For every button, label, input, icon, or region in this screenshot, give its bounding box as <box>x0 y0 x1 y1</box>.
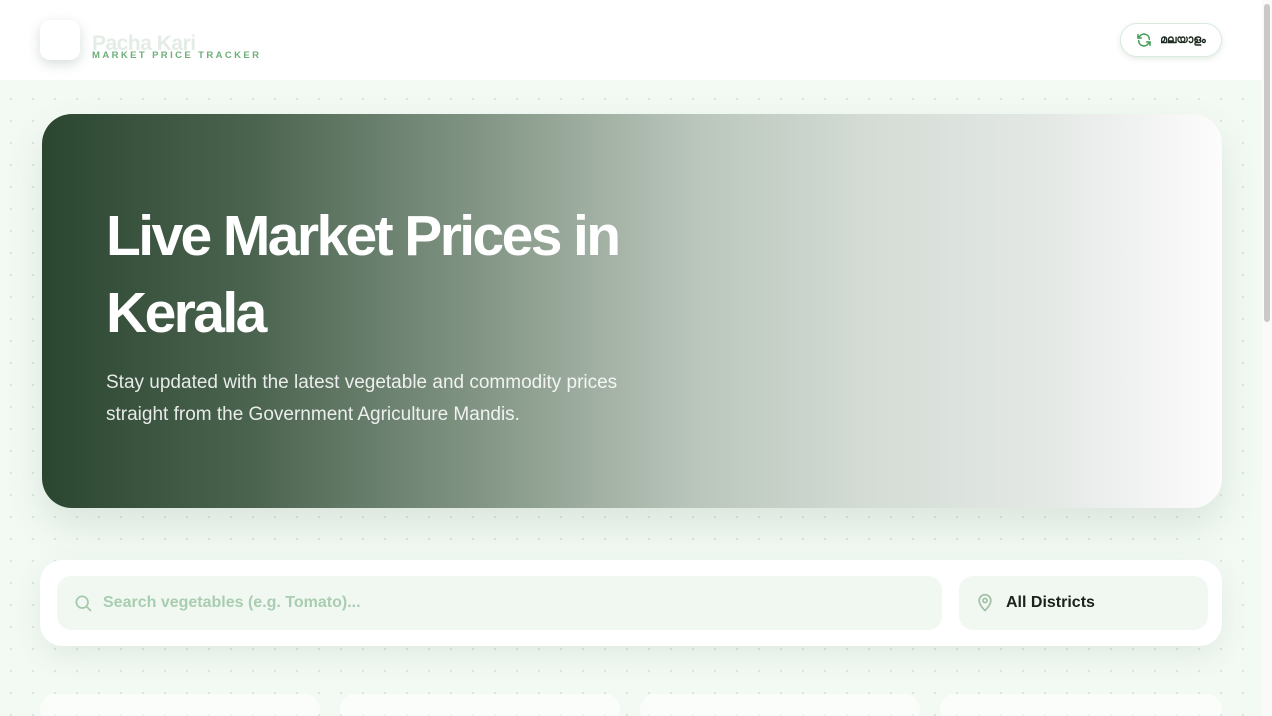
top-header: Pacha Kari MARKET PRICE TRACKER മലയാളം <box>0 0 1262 80</box>
scrollbar-thumb[interactable] <box>1264 4 1270 322</box>
price-card-placeholder <box>940 694 1222 716</box>
logo[interactable] <box>40 20 80 60</box>
search-icon <box>75 595 92 612</box>
brand-tagline: MARKET PRICE TRACKER <box>92 50 262 61</box>
language-toggle-button[interactable]: മലയാളം <box>1120 23 1222 57</box>
refresh-icon <box>1137 33 1151 47</box>
filter-bar: All Districts <box>40 560 1222 646</box>
price-card-placeholder <box>40 694 320 716</box>
search-input[interactable] <box>103 576 923 630</box>
map-pin-icon <box>978 593 992 612</box>
district-select[interactable]: All Districts <box>959 576 1208 630</box>
search-box[interactable] <box>57 576 942 630</box>
district-select-value: All Districts <box>1006 594 1095 611</box>
results-grid-peek <box>40 694 1222 716</box>
hero-banner: Live Market Prices in Kerala Stay update… <box>42 114 1222 508</box>
price-card-placeholder <box>340 694 620 716</box>
price-card-placeholder <box>640 694 920 716</box>
language-toggle-label: മലയാളം <box>1160 33 1206 46</box>
hero-title: Live Market Prices in Kerala <box>106 204 621 345</box>
hero-subtitle: Stay updated with the latest vegetable a… <box>106 372 618 425</box>
